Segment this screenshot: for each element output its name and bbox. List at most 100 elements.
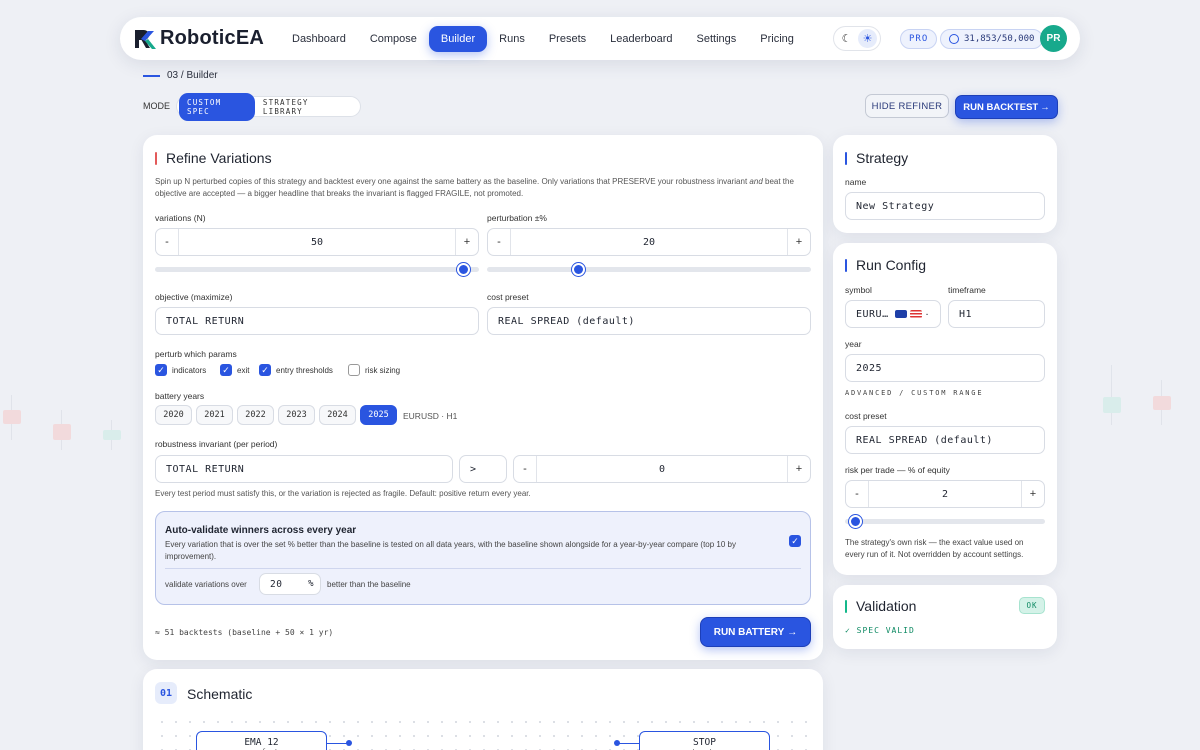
check-icon[interactable]: ✓: [259, 364, 271, 376]
variations-stepper[interactable]: -50 +: [155, 228, 479, 256]
param-entry-thresholds-checkbox[interactable]: ✓ entry thresholds: [259, 364, 333, 376]
risk-stepper[interactable]: -2 +: [845, 480, 1045, 508]
theme-toggle[interactable]: ☾ ☀: [833, 26, 881, 51]
spec-valid-status: ✓ SPEC VALID: [845, 626, 915, 635]
battery-symbol: EURUSD · H1: [403, 411, 458, 421]
year-2023-chip[interactable]: 2023: [278, 405, 315, 425]
breadcrumb: 03 / Builder: [143, 70, 218, 81]
arrow-right-icon: →: [787, 626, 798, 638]
param-label: risk sizing: [365, 365, 401, 375]
plus-button[interactable]: +: [787, 456, 810, 482]
schematic-node-stop[interactable]: STOPatr_stop: [639, 731, 770, 750]
perturbation-slider[interactable]: [487, 263, 811, 276]
plus-button[interactable]: +: [1021, 481, 1044, 507]
perturbation-value[interactable]: 20: [511, 237, 787, 248]
plus-button[interactable]: +: [787, 229, 810, 255]
cost-preset-label: cost preset: [487, 292, 529, 302]
perturbation-stepper[interactable]: -20 +: [487, 228, 811, 256]
param-exit-checkbox[interactable]: ✓ exit: [220, 364, 249, 376]
strategy-name-label: name: [845, 177, 867, 187]
nav-builder[interactable]: Builder: [428, 25, 488, 52]
refine-desc-and: and: [749, 177, 763, 186]
perturbation-label: perturbation ±%: [487, 213, 547, 223]
arrow-right-icon: →: [1040, 101, 1050, 113]
perturb-params-label: perturb which params: [155, 349, 237, 359]
variations-slider[interactable]: [155, 263, 479, 276]
refine-title-text: Refine Variations: [166, 150, 272, 166]
invariant-value-stepper[interactable]: -0 +: [513, 455, 811, 483]
run-cost-select[interactable]: REAL SPREAD (default): [845, 426, 1045, 454]
nav-dashboard[interactable]: Dashboard: [280, 26, 358, 52]
year-2020-chip[interactable]: 2020: [155, 405, 192, 425]
year-2022-chip[interactable]: 2022: [237, 405, 274, 425]
nav-pricing[interactable]: Pricing: [748, 26, 806, 52]
minus-button[interactable]: -: [514, 456, 537, 482]
param-label: indicators: [172, 365, 207, 375]
advanced-range-link[interactable]: ADVANCED / CUSTOM RANGE: [845, 389, 983, 397]
risk-slider[interactable]: [845, 515, 1045, 528]
timeframe-select[interactable]: H1: [948, 300, 1045, 328]
risk-help: The strategy's own risk — the exact valu…: [845, 538, 1024, 559]
minus-button[interactable]: -: [846, 481, 869, 507]
unchecked-box[interactable]: [348, 364, 360, 376]
variations-value[interactable]: 50: [179, 237, 455, 248]
invariant-value[interactable]: 0: [537, 464, 787, 475]
year-select[interactable]: 2025: [845, 354, 1045, 382]
slider-knob[interactable]: [571, 263, 585, 276]
validate-threshold-input[interactable]: 20%: [259, 573, 321, 595]
symbol-label: symbol: [845, 285, 872, 295]
objective-select[interactable]: TOTAL RETURN: [155, 307, 479, 335]
mode-strategy-library[interactable]: STRATEGY LIBRARY: [255, 93, 358, 121]
invariant-operator-select[interactable]: >: [459, 455, 507, 483]
credits-value: 31,853/50,000: [964, 34, 1035, 44]
year-2021-chip[interactable]: 2021: [196, 405, 233, 425]
run-backtest-label: RUN BACKTEST: [963, 101, 1039, 113]
schematic-node-ema[interactable]: EMA 12ema_fast: [196, 731, 327, 750]
year-2024-chip[interactable]: 2024: [319, 405, 356, 425]
nav-runs[interactable]: Runs: [487, 26, 537, 52]
validation-card: [833, 585, 1057, 649]
check-icon[interactable]: ✓: [155, 364, 167, 376]
run-cost-label: cost preset: [845, 411, 887, 421]
check-icon: ✓: [791, 535, 799, 546]
mode-selector: CUSTOM SPEC STRATEGY LIBRARY: [176, 92, 361, 121]
node-title: STOP: [693, 737, 716, 748]
check-icon[interactable]: ✓: [220, 364, 232, 376]
moon-icon[interactable]: ☾: [837, 29, 856, 48]
slider-knob[interactable]: [849, 515, 862, 528]
mode-custom-spec[interactable]: CUSTOM SPEC: [179, 92, 255, 121]
sun-icon[interactable]: ☀: [858, 29, 877, 48]
title-accent: [845, 599, 847, 613]
app-logo[interactable]: RoboticEA: [132, 27, 272, 51]
strategy-name-input[interactable]: New Strategy: [845, 192, 1045, 220]
year-label: year: [845, 339, 862, 349]
nav-settings[interactable]: Settings: [685, 26, 749, 52]
minus-button[interactable]: -: [156, 229, 179, 255]
minus-button[interactable]: -: [488, 229, 511, 255]
auto-validate-checkbox[interactable]: ✓: [789, 535, 801, 547]
nav-compose[interactable]: Compose: [358, 26, 429, 52]
validation-title-text: Validation: [856, 598, 917, 614]
year-2025-chip[interactable]: 2025: [360, 405, 397, 425]
param-indicators-checkbox[interactable]: ✓ indicators: [155, 364, 206, 376]
validation-title: Validation: [845, 598, 916, 614]
param-risk-sizing-checkbox[interactable]: risk sizing: [348, 364, 400, 376]
slider-knob[interactable]: [456, 263, 470, 276]
avatar[interactable]: PR: [1040, 25, 1067, 52]
cost-preset-select[interactable]: REAL SPREAD (default): [487, 307, 811, 335]
credits-badge: 31,853/50,000: [940, 29, 1044, 49]
hide-refiner-button[interactable]: HIDE REFINER: [865, 94, 949, 118]
run-backtest-button[interactable]: RUN BACKTEST →: [955, 95, 1058, 119]
risk-value[interactable]: 2: [869, 489, 1021, 500]
nav-leaderboard[interactable]: Leaderboard: [598, 26, 684, 52]
invariant-metric-select[interactable]: TOTAL RETURN: [155, 455, 453, 483]
symbol-value[interactable]: EURU…: [856, 309, 889, 320]
backtest-count-note: ≈ 51 backtests (baseline + 50 × 1 yr): [155, 628, 334, 637]
plus-button[interactable]: +: [455, 229, 478, 255]
nav-presets[interactable]: Presets: [537, 26, 598, 52]
run-battery-button[interactable]: RUN BATTERY →: [700, 617, 811, 647]
validate-threshold-value[interactable]: 20: [270, 579, 282, 590]
divider: [165, 568, 801, 569]
title-accent: [845, 151, 847, 165]
symbol-select[interactable]: EURU… ·: [845, 300, 941, 328]
